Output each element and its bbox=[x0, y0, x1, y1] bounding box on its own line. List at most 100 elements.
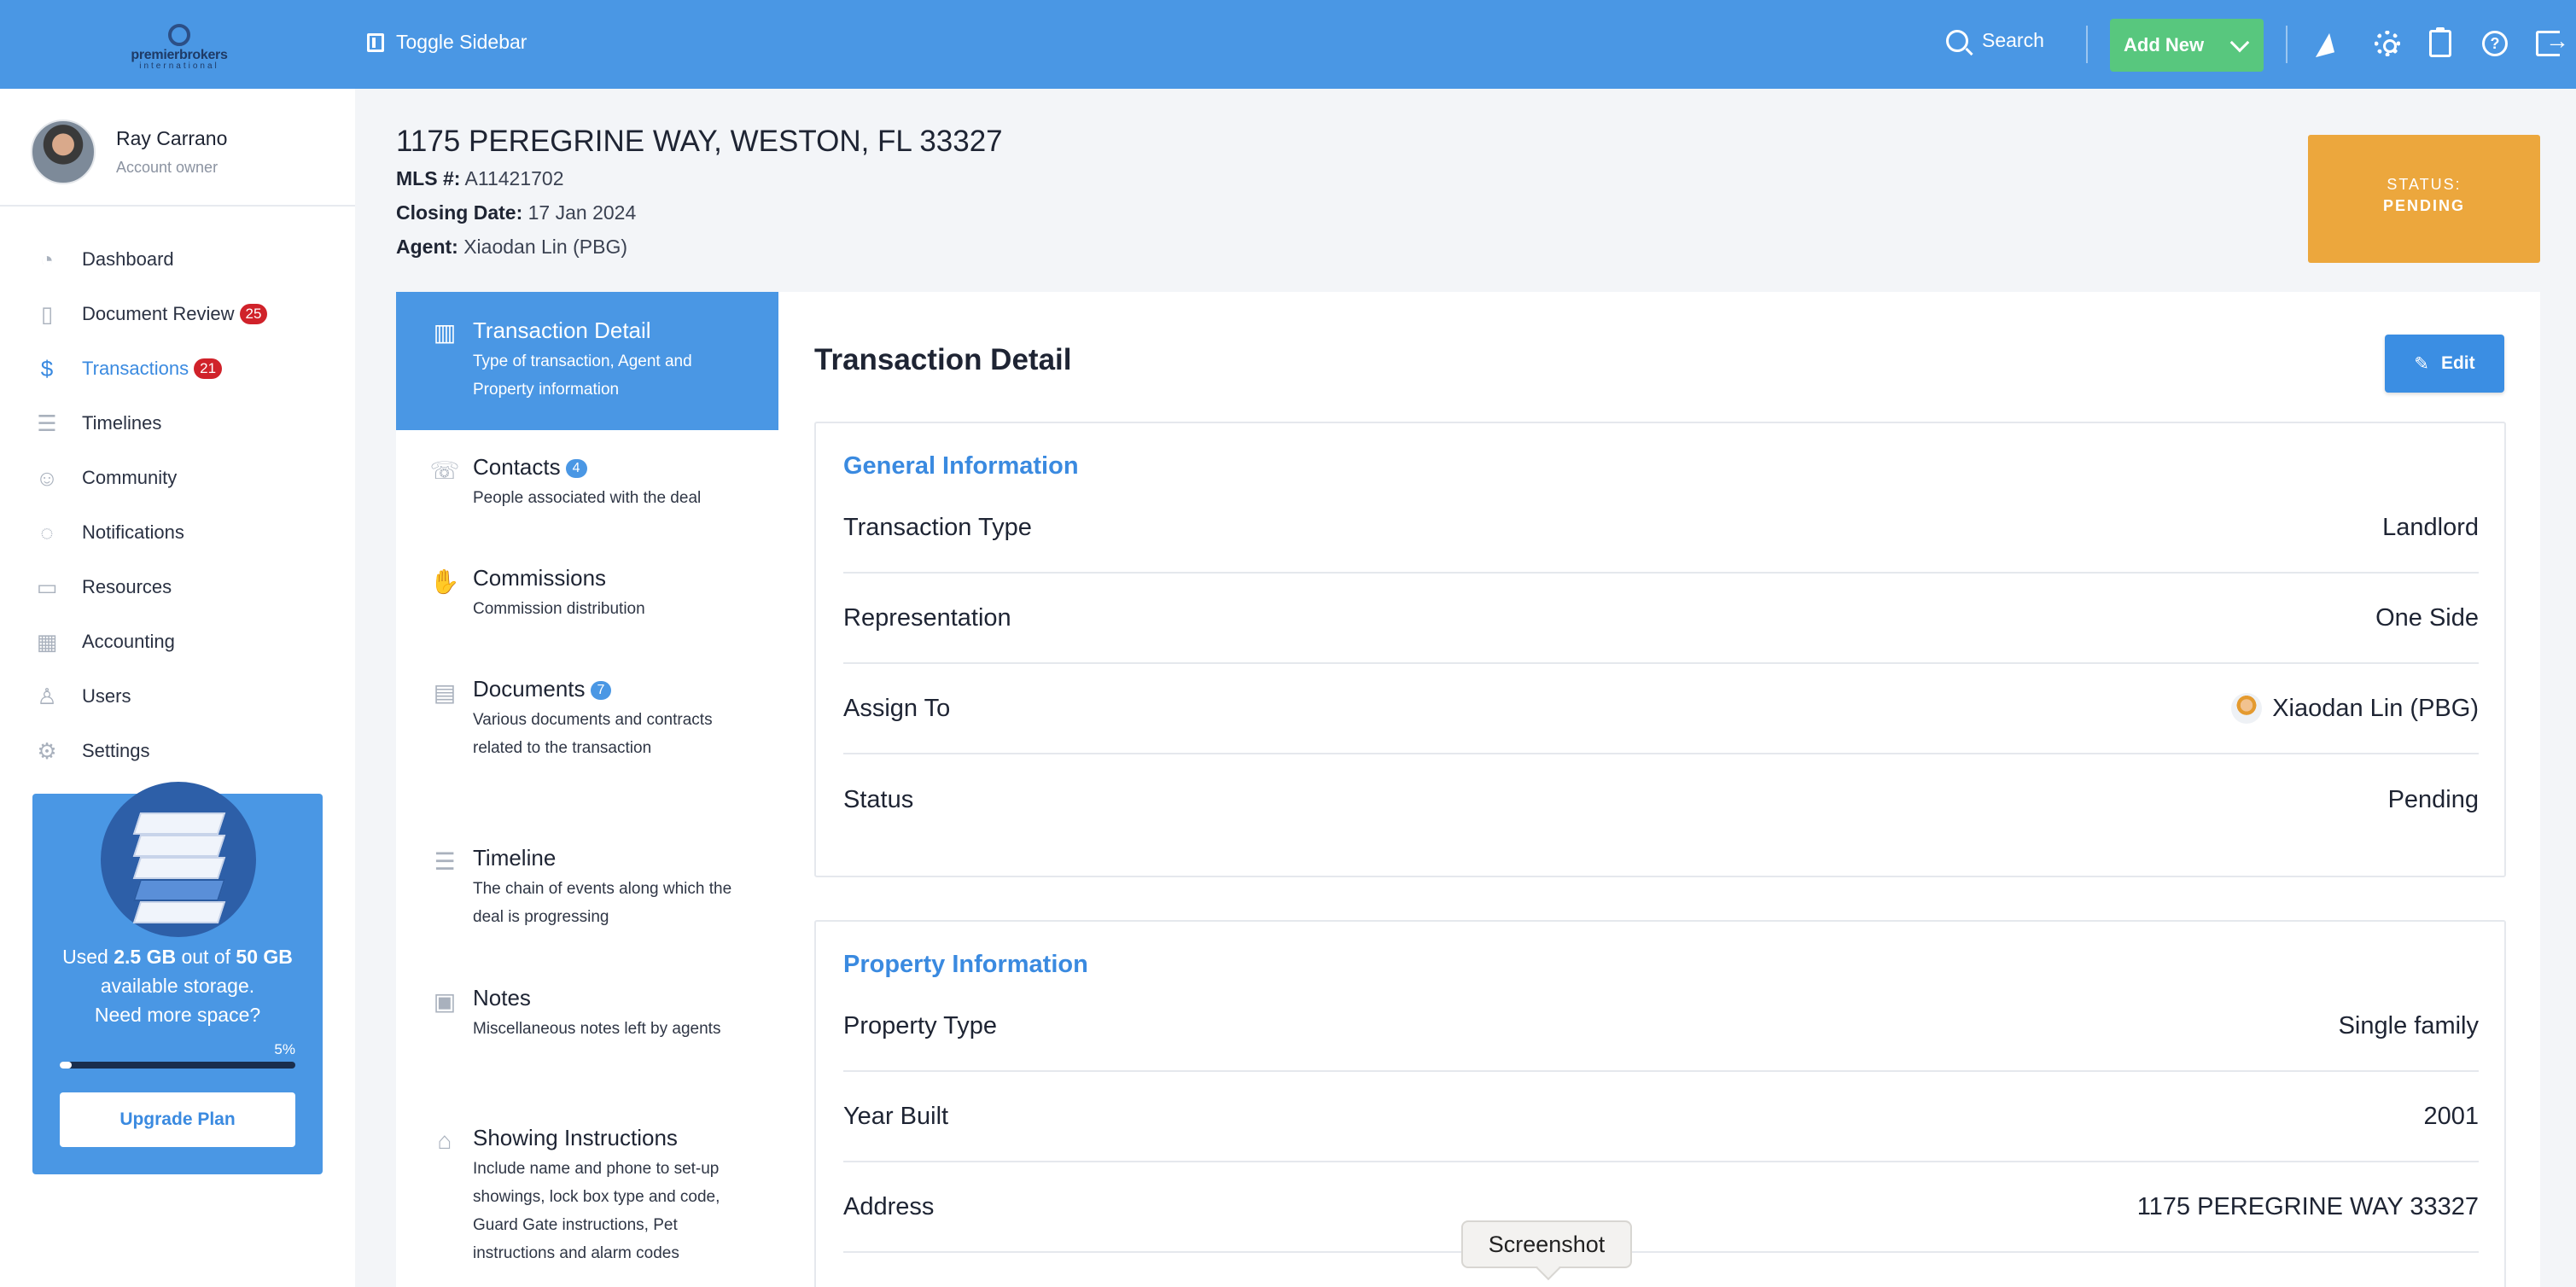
avatar bbox=[31, 119, 96, 184]
sidebar-item-accounting[interactable]: ▦ Accounting bbox=[31, 614, 338, 669]
tab-timeline[interactable]: ☰ Timeline The chain of events along whi… bbox=[396, 845, 778, 931]
search-icon bbox=[1946, 29, 1968, 52]
sidebar-nav: ◔ Dashboard ▯ Document Review 25 $ Transa… bbox=[31, 232, 338, 778]
sidebar-item-label: Document Review 25 bbox=[82, 303, 268, 325]
phone-book-icon: ☏ bbox=[429, 457, 460, 484]
sidebar-item-label: Dashboard bbox=[82, 248, 174, 270]
property-information-section: Property Information Property Type Singl… bbox=[814, 920, 2506, 1287]
info-row-representation: Representation One Side bbox=[843, 574, 2479, 664]
page-title: 1175 PEREGRINE WAY, WESTON, FL 33327 bbox=[396, 125, 1003, 158]
sidebar-item-timelines[interactable]: ☰ Timelines bbox=[31, 396, 338, 451]
sidebar-item-transactions[interactable]: $ Transactions 21 bbox=[31, 341, 338, 396]
info-row-address: Address 1175 PEREGRINE WAY 33327 bbox=[843, 1162, 2479, 1253]
sidebar-divider bbox=[0, 205, 355, 207]
tab-commissions[interactable]: ✋ Commissions Commission distribution bbox=[396, 565, 778, 623]
logout-icon bbox=[2536, 27, 2569, 56]
panel-title: Transaction Detail bbox=[814, 343, 1072, 376]
sidebar-item-community[interactable]: ☺ Community bbox=[31, 451, 338, 505]
tab-showing-instructions[interactable]: ⌂ Showing Instructions Include name and … bbox=[396, 1125, 778, 1267]
user-icon: ♙ bbox=[37, 683, 57, 709]
storage-progress-bar bbox=[60, 1062, 295, 1069]
megaphone-icon: ◢ bbox=[2309, 27, 2336, 60]
add-new-button[interactable]: Add New bbox=[2110, 19, 2264, 72]
clipboard-button[interactable] bbox=[2426, 27, 2455, 58]
clipboard-icon bbox=[2429, 27, 2451, 57]
sidebar-item-settings[interactable]: ⚙ Settings bbox=[31, 724, 338, 778]
sidebar-item-label: Settings bbox=[82, 740, 150, 761]
sidebar-icon bbox=[367, 32, 384, 52]
sidebar: Ray Carrano Account owner ◔ Dashboard ▯ … bbox=[0, 89, 355, 1287]
documents-stack-icon bbox=[101, 782, 256, 937]
agent-info: Agent: Xiaodan Lin (PBG) bbox=[396, 236, 627, 258]
user-role: Account owner bbox=[116, 159, 219, 176]
storage-upsell-text: Need more space? bbox=[94, 1004, 261, 1026]
settings-button[interactable] bbox=[2373, 29, 2402, 58]
user-profile[interactable]: Ray Carrano Account owner bbox=[31, 119, 227, 184]
dollar-circle-icon: $ bbox=[40, 355, 54, 381]
storage-available-text: available storage. bbox=[100, 975, 255, 997]
chat-bubble-icon: ◌ bbox=[40, 519, 54, 545]
search-button[interactable]: Search bbox=[1946, 29, 2044, 52]
count-badge: 21 bbox=[194, 358, 223, 379]
gauge-icon: ◔ bbox=[40, 246, 54, 272]
top-bar: premierbrokers international Toggle Side… bbox=[0, 0, 2576, 89]
count-badge: 4 bbox=[565, 459, 587, 478]
section-title: Property Information bbox=[843, 951, 1088, 978]
info-row-transaction-type: Transaction Type Landlord bbox=[843, 483, 2479, 574]
pencil-icon: ✎ bbox=[2414, 353, 2429, 374]
search-label: Search bbox=[1982, 29, 2044, 51]
help-icon: ? bbox=[2482, 31, 2508, 56]
toggle-sidebar-label: Toggle Sidebar bbox=[396, 31, 527, 53]
screenshot-tooltip: Screenshot bbox=[1461, 1220, 1632, 1268]
tab-transaction-detail[interactable]: ▥ Transaction Detail Type of transaction… bbox=[396, 292, 778, 430]
user-name: Ray Carrano bbox=[116, 127, 228, 149]
count-badge: 25 bbox=[239, 304, 268, 324]
toggle-sidebar-button[interactable]: Toggle Sidebar bbox=[367, 31, 527, 54]
sidebar-item-document-review[interactable]: ▯ Document Review 25 bbox=[31, 287, 338, 341]
sidebar-item-label: Users bbox=[82, 685, 131, 707]
megaphone-button[interactable]: ◢ bbox=[2308, 27, 2337, 60]
section-title: General Information bbox=[843, 452, 1079, 480]
tab-contacts[interactable]: ☏ Contacts 4 People associated with the d… bbox=[396, 454, 778, 512]
company-logo[interactable]: premierbrokers international bbox=[119, 24, 239, 75]
sidebar-item-dashboard[interactable]: ◔ Dashboard bbox=[31, 232, 338, 287]
sidebar-item-label: Accounting bbox=[82, 631, 175, 652]
info-row-property-type: Property Type Single family bbox=[843, 981, 2479, 1072]
info-row-status: Status Pending bbox=[843, 785, 2479, 813]
info-row-year-built: Year Built 2001 bbox=[843, 1072, 2479, 1162]
folder-icon: ▭ bbox=[36, 574, 58, 600]
count-badge: 7 bbox=[590, 681, 612, 700]
timeline-icon: ☰ bbox=[37, 410, 57, 436]
edit-button[interactable]: ✎ Edit bbox=[2385, 335, 2504, 393]
closing-date: Closing Date: 17 Jan 2024 bbox=[396, 201, 637, 224]
tab-documents[interactable]: ▤ Documents 7 Various documents and contr… bbox=[396, 676, 778, 762]
calculator-icon: ▦ bbox=[36, 628, 58, 655]
sidebar-item-label: Community bbox=[82, 467, 178, 488]
house-icon: ⌂ bbox=[437, 1127, 452, 1154]
tab-notes[interactable]: ▣ Notes Miscellaneous notes left by agen… bbox=[396, 985, 778, 1043]
logo-mark-icon bbox=[168, 24, 190, 46]
logout-button[interactable] bbox=[2533, 27, 2569, 58]
transaction-detail-panel: Transaction Detail ✎ Edit General Inform… bbox=[778, 292, 2540, 1287]
general-information-section: General Information Transaction Type Lan… bbox=[814, 422, 2506, 877]
sidebar-item-label: Transactions 21 bbox=[82, 358, 223, 380]
chevron-down-icon bbox=[2229, 32, 2250, 53]
people-icon: ☺ bbox=[35, 464, 59, 491]
agent-avatar bbox=[2231, 693, 2263, 724]
sidebar-item-users[interactable]: ♙ Users bbox=[31, 669, 338, 724]
document-check-icon: ▯ bbox=[40, 300, 54, 327]
sidebar-item-label: Resources bbox=[82, 576, 172, 597]
upgrade-plan-button[interactable]: Upgrade Plan bbox=[60, 1092, 295, 1147]
topbar-divider bbox=[2086, 26, 2088, 63]
sidebar-item-resources[interactable]: ▭ Resources bbox=[31, 560, 338, 614]
topbar-divider bbox=[2286, 26, 2288, 63]
transaction-tabs: ▥ Transaction Detail Type of transaction… bbox=[396, 292, 778, 1287]
info-row-assign-to: Assign To Xiaodan Lin (PBG) bbox=[843, 664, 2479, 754]
building-icon: ▥ bbox=[433, 318, 457, 346]
sidebar-item-label: Timelines bbox=[82, 412, 162, 434]
sidebar-item-notifications[interactable]: ◌ Notifications bbox=[31, 505, 338, 560]
status-badge: STATUS: PENDING bbox=[2308, 135, 2540, 263]
hand-coin-icon: ✋ bbox=[429, 568, 460, 595]
help-button[interactable]: ? bbox=[2480, 29, 2509, 58]
gear-icon bbox=[2375, 31, 2400, 56]
